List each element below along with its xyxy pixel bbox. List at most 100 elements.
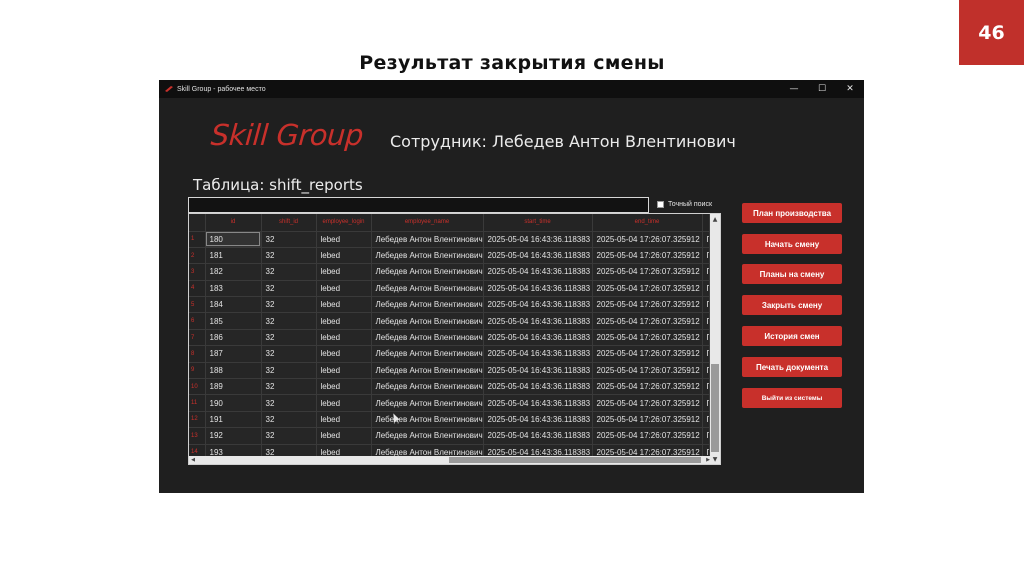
table-cell[interactable]: 32 [261, 312, 317, 330]
corner-cell[interactable] [189, 214, 206, 232]
table-cell[interactable]: П [702, 378, 710, 396]
table-cell[interactable]: П [702, 280, 710, 298]
row-number[interactable]: 9 [189, 362, 206, 380]
table-cell[interactable]: 32 [261, 411, 317, 429]
table-row[interactable]: 8 187 32 lebed Лебедев Антон Влентинович 2025… [189, 345, 710, 363]
table-cell[interactable]: П [702, 427, 710, 445]
close-shift-button[interactable]: Закрыть смену [742, 295, 842, 315]
table-cell[interactable]: 2025-05-04 16:43:36.118383 [483, 280, 593, 298]
table-cell[interactable]: 2025-05-04 17:26:07.325912 [592, 296, 703, 314]
table-cell[interactable]: 2025-05-04 17:26:07.325912 [592, 231, 703, 248]
table-cell[interactable]: 2025-05-04 17:26:07.325912 [592, 280, 703, 298]
table-cell[interactable]: П [702, 247, 710, 265]
column-header[interactable]: end_time [592, 214, 703, 232]
table-row[interactable]: 9 188 32 lebed Лебедев Антон Влентинович 2025… [189, 362, 710, 380]
table-row[interactable]: 6 185 32 lebed Лебедев Антон Влентинович 2025… [189, 312, 710, 330]
table-row[interactable]: 4 183 32 lebed Лебедев Антон Влентинович 2025… [189, 280, 710, 298]
exact-search-checkbox[interactable] [657, 201, 664, 208]
table-cell[interactable]: lebed [316, 280, 372, 298]
column-header[interactable]: id [205, 214, 262, 232]
start-shift-button[interactable]: Начать смену [742, 234, 842, 254]
table-cell[interactable]: Лебедев Антон Влентинович [371, 312, 484, 330]
production-plan-button[interactable]: План производства [742, 203, 842, 223]
table-cell[interactable]: П [702, 362, 710, 380]
table-row[interactable]: 1 180 32 lebed Лебедев Антон Влентинович 2025… [189, 231, 710, 248]
table-cell[interactable]: Лебедев Антон Влентинович [371, 329, 484, 347]
table-cell[interactable]: Лебедев Антон Влентинович [371, 280, 484, 298]
shift-history-button[interactable]: История смен [742, 326, 842, 346]
table-cell[interactable]: lebed [316, 296, 372, 314]
table-cell[interactable]: 32 [261, 362, 317, 380]
table-cell[interactable]: lebed [316, 263, 372, 281]
table-cell[interactable]: П [702, 263, 710, 281]
column-header[interactable] [702, 214, 710, 232]
scroll-up-icon[interactable]: ▲ [710, 214, 720, 224]
table-cell[interactable]: 32 [261, 378, 317, 396]
table-cell[interactable]: 2025-05-04 16:43:36.118383 [483, 394, 593, 412]
table-cell[interactable]: П [702, 231, 710, 248]
row-number[interactable]: 5 [189, 296, 206, 314]
table-row[interactable]: 11 190 32 lebed Лебедев Антон Влентинович 202… [189, 394, 710, 412]
data-table[interactable]: id shift_id employee_login employee_name… [188, 213, 721, 465]
table-cell[interactable]: 189 [205, 378, 262, 396]
table-cell[interactable]: 32 [261, 231, 317, 248]
table-cell[interactable]: 32 [261, 394, 317, 412]
table-row[interactable]: 12 191 32 lebed Лебедев Антон Влентинович 202… [189, 411, 710, 429]
row-number[interactable]: 12 [189, 411, 206, 429]
row-number[interactable]: 7 [189, 329, 206, 347]
table-cell[interactable]: 188 [205, 362, 262, 380]
row-number[interactable]: 6 [189, 312, 206, 330]
table-cell[interactable]: Лебедев Антон Влентинович [371, 378, 484, 396]
maximize-button[interactable]: ☐ [808, 80, 836, 98]
vertical-scrollbar[interactable]: ▲ ▼ [710, 214, 720, 464]
minimize-button[interactable]: — [780, 80, 808, 98]
table-cell[interactable]: Лебедев Антон Влентинович [371, 362, 484, 380]
scroll-right-icon[interactable]: ▶ [704, 456, 712, 464]
table-cell[interactable]: Лебедев Антон Влентинович [371, 394, 484, 412]
column-header[interactable]: employee_login [316, 214, 372, 232]
table-cell[interactable]: lebed [316, 427, 372, 445]
row-number[interactable]: 1 [189, 231, 206, 248]
table-cell[interactable]: lebed [316, 362, 372, 380]
table-cell[interactable]: lebed [316, 329, 372, 347]
table-cell[interactable]: Лебедев Антон Влентинович [371, 296, 484, 314]
table-cell[interactable]: 184 [205, 296, 262, 314]
scroll-left-icon[interactable]: ◀ [189, 456, 197, 464]
table-cell[interactable]: 183 [205, 280, 262, 298]
table-cell[interactable]: 32 [261, 427, 317, 445]
table-row[interactable]: 13 192 32 lebed Лебедев Антон Влентинович 202… [189, 427, 710, 445]
table-cell[interactable]: lebed [316, 411, 372, 429]
table-cell[interactable]: 180 [205, 231, 262, 248]
table-cell[interactable]: 32 [261, 280, 317, 298]
table-row[interactable]: 3 182 32 lebed Лебедев Антон Влентинович 2025… [189, 263, 710, 281]
table-cell[interactable]: 2025-05-04 16:43:36.118383 [483, 296, 593, 314]
table-cell[interactable]: 32 [261, 263, 317, 281]
table-cell[interactable]: lebed [316, 345, 372, 363]
table-cell[interactable]: 2025-05-04 17:26:07.325912 [592, 345, 703, 363]
column-header[interactable]: shift_id [261, 214, 317, 232]
horizontal-scrollbar[interactable]: ◀ ▶ [189, 456, 712, 464]
table-cell[interactable]: П [702, 411, 710, 429]
table-cell[interactable]: lebed [316, 394, 372, 412]
table-cell[interactable]: 2025-05-04 17:26:07.325912 [592, 312, 703, 330]
table-cell[interactable]: 2025-05-04 17:26:07.325912 [592, 329, 703, 347]
table-cell[interactable]: 2025-05-04 16:43:36.118383 [483, 263, 593, 281]
table-cell[interactable]: 2025-05-04 16:43:36.118383 [483, 247, 593, 265]
table-cell[interactable]: Лебедев Антон Влентинович [371, 247, 484, 265]
table-cell[interactable]: П [702, 394, 710, 412]
row-number[interactable]: 10 [189, 378, 206, 396]
row-number[interactable]: 11 [189, 394, 206, 412]
table-cell[interactable]: Лебедев Антон Влентинович [371, 263, 484, 281]
table-cell[interactable]: 32 [261, 247, 317, 265]
row-number[interactable]: 8 [189, 345, 206, 363]
table-row[interactable]: 7 186 32 lebed Лебедев Антон Влентинович 2025… [189, 329, 710, 347]
column-header[interactable]: employee_name [371, 214, 484, 232]
table-cell[interactable]: 2025-05-04 16:43:36.118383 [483, 378, 593, 396]
table-cell[interactable]: Лебедев Антон Влентинович [371, 427, 484, 445]
table-cell[interactable]: 181 [205, 247, 262, 265]
table-cell[interactable]: lebed [316, 247, 372, 265]
table-cell[interactable]: 182 [205, 263, 262, 281]
table-cell[interactable]: lebed [316, 378, 372, 396]
close-button[interactable]: ✕ [836, 80, 864, 98]
scroll-thumb[interactable] [449, 457, 701, 463]
